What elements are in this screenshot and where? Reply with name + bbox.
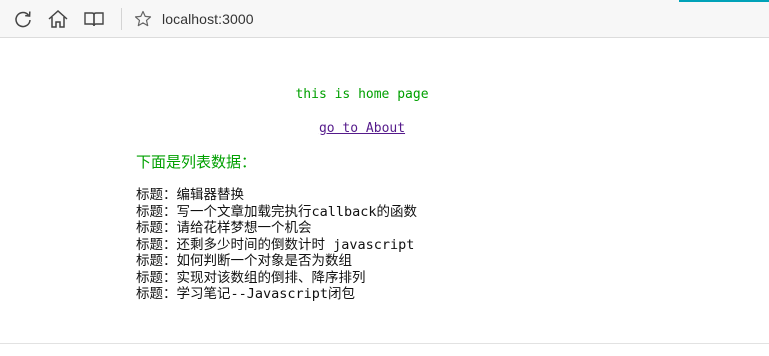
about-link-wrapper: go to About [0,121,724,137]
list-item: 标题：编辑器替换 [136,187,244,203]
list-item: 标题：请给花样梦想一个机会 [136,220,312,236]
article-list: 标题：编辑器替换 标题：写一个文章加载完执行callback的函数 标题：请给花… [136,187,417,303]
toolbar-divider [121,8,122,30]
page-bottom-border [0,343,769,344]
refresh-button[interactable] [10,6,36,32]
list-item: 标题：写一个文章加载完执行callback的函数 [136,203,418,220]
page-content: this is home page go to About 下面是列表数据： 标… [0,39,769,343]
reading-view-button[interactable] [81,6,107,32]
home-page-text: this is home page [295,87,429,102]
home-icon [47,9,69,29]
refresh-icon [13,9,33,29]
url-text[interactable]: localhost:3000 [162,11,254,27]
list-item: 标题：实现对该数组的倒排、降序排列 [136,269,366,286]
list-item: 标题：学习笔记--Javascript闭包 [136,286,356,302]
about-link[interactable]: go to About [319,121,405,136]
browser-toolbar: localhost:3000 [0,0,769,38]
home-button[interactable] [45,6,71,32]
book-icon [83,9,105,29]
list-heading: 下面是列表数据： [136,153,257,171]
list-item: 标题：如何判断一个对象是否为数组 [136,253,352,269]
window-accent-strip [679,0,769,2]
address-bar[interactable]: localhost:3000 [130,6,675,32]
star-icon[interactable] [133,9,153,29]
list-item: 标题：还剩多少时间的倒数计时 javascript [136,236,415,253]
